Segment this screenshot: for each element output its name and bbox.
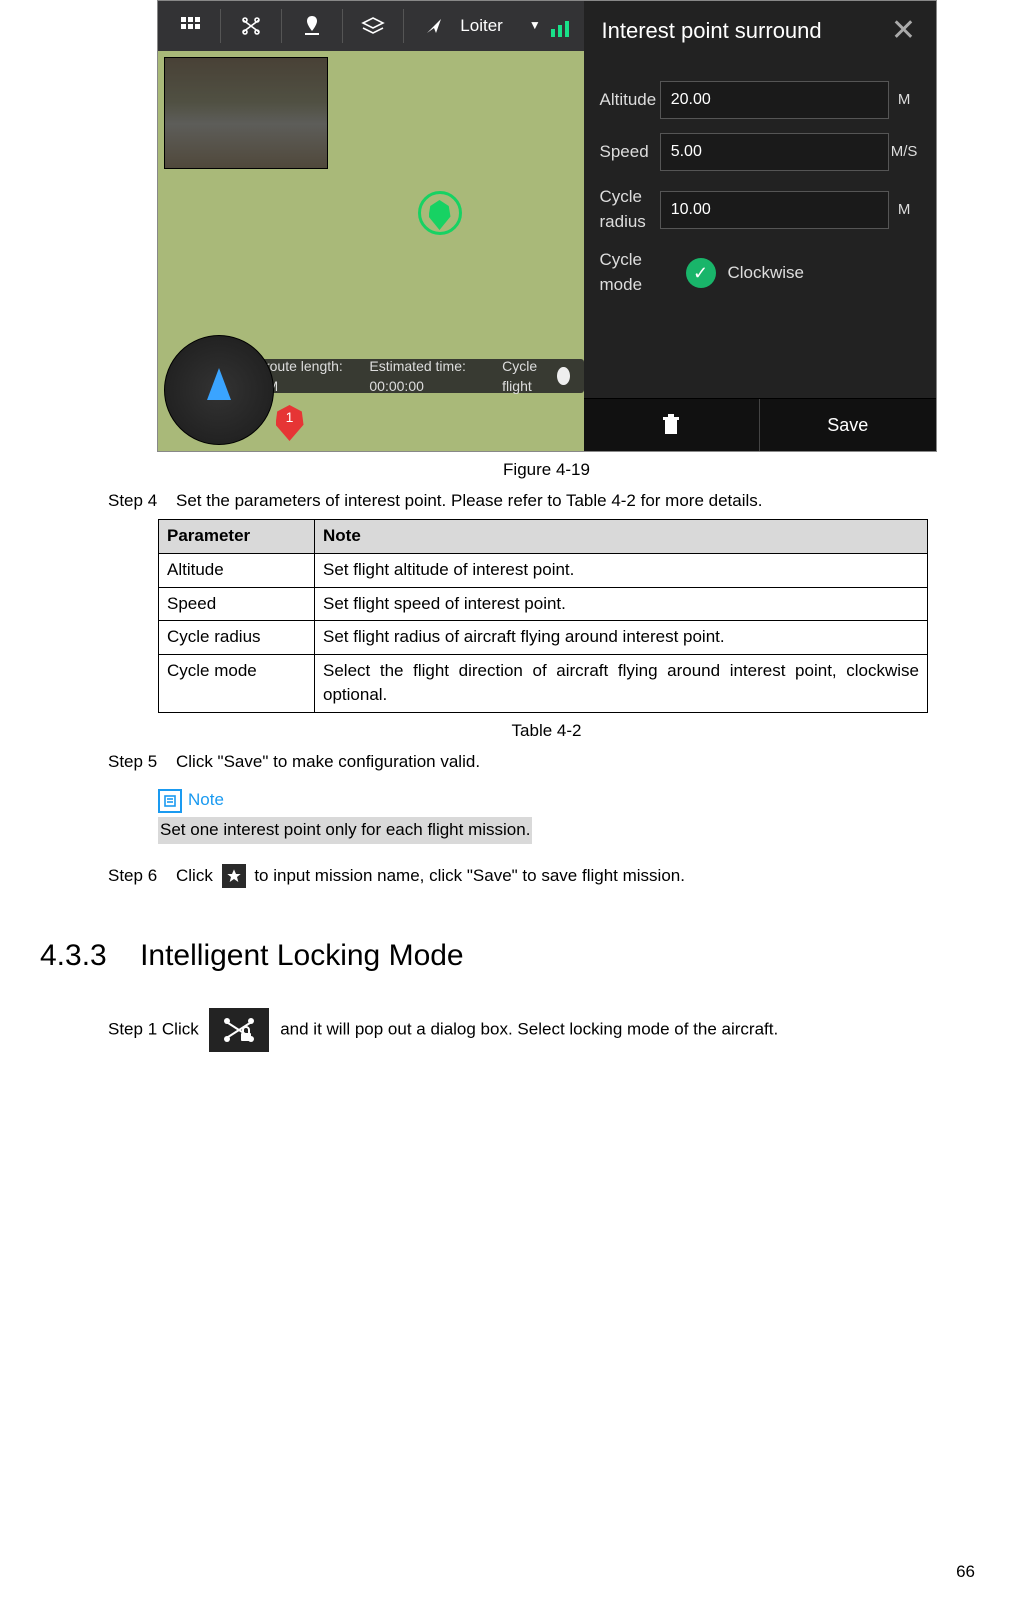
step6-tag: Step 6 [108, 864, 176, 889]
row-altitude: Altitude M [600, 81, 920, 119]
cycle-flight-label: Cycle flight [502, 356, 551, 397]
page-number: 66 [956, 1560, 975, 1585]
table-4-2: Parameter Note AltitudeSet flight altitu… [158, 519, 928, 713]
altitude-label: Altitude [600, 88, 660, 113]
map-area[interactable]: Total route length: 62.75M Estimated tim… [158, 51, 584, 451]
step6-text: Click to input mission name, click "Save… [176, 864, 985, 889]
app-top-bar: Loiter ▼ [158, 1, 584, 51]
speed-input[interactable] [660, 133, 889, 171]
save-button-label: Save [827, 412, 868, 438]
note-text: Set one interest point only for each fli… [158, 817, 532, 844]
row-cycle-radius: Cycle radius M [600, 185, 920, 234]
row-speed: Speed M/S [600, 133, 920, 171]
altitude-input[interactable] [660, 81, 889, 119]
estimated-time: Estimated time: 00:00:00 [369, 356, 482, 397]
figure-screenshot: Loiter ▼ Interest point surround ✕ Altit… [157, 0, 937, 452]
nav-arrow-icon[interactable] [410, 1, 458, 51]
speed-unit: M/S [889, 141, 920, 163]
speed-label: Speed [600, 140, 660, 165]
table-row: AltitudeSet flight altitude of interest … [159, 553, 928, 587]
mode-selector[interactable]: Loiter ▼ [458, 14, 544, 39]
section-heading: 4.3.3 Intelligent Locking Mode [40, 934, 985, 978]
row-cycle-mode: Cycle mode ✓ Clockwise [600, 248, 920, 297]
note-icon [158, 789, 182, 813]
step5-text: Click "Save" to make configuration valid… [176, 750, 985, 775]
th-parameter: Parameter [159, 520, 315, 554]
interest-point-panel: Interest point surround ✕ Altitude M Spe… [584, 1, 936, 451]
chevron-down-icon: ▼ [529, 17, 541, 34]
table-row: Cycle radiusSet flight radius of aircraf… [159, 621, 928, 655]
check-icon[interactable]: ✓ [686, 258, 716, 288]
table-row: Cycle modeSelect the flight direction of… [159, 654, 928, 712]
mode-selector-label: Loiter [460, 14, 503, 39]
section-number: 4.3.3 [40, 939, 107, 972]
layers-icon[interactable] [349, 1, 397, 51]
cycle-mode-label: Cycle mode [600, 248, 686, 297]
cycle-flight-toggle[interactable]: Cycle flight [502, 356, 569, 397]
compass[interactable] [164, 335, 274, 445]
grid-icon[interactable] [166, 1, 214, 51]
step5-tag: Step 5 [108, 750, 176, 775]
poi-marker[interactable] [418, 191, 462, 235]
star-icon [222, 864, 246, 888]
save-button[interactable]: Save [759, 399, 936, 451]
th-note: Note [315, 520, 928, 554]
table-row: SpeedSet flight speed of interest point. [159, 587, 928, 621]
step4-text: Set the parameters of interest point. Pl… [176, 489, 985, 514]
delete-button[interactable] [584, 399, 760, 451]
marker-tool-icon[interactable] [288, 1, 336, 51]
panel-title: Interest point surround [602, 18, 886, 43]
step1-text: Step 1 Click and it will pop out a dialo… [108, 1008, 778, 1052]
note-block: Note [158, 788, 985, 813]
trash-icon [661, 414, 681, 436]
compass-arrow-icon [207, 368, 231, 400]
cycle-radius-label: Cycle radius [600, 185, 660, 234]
signal-icon [544, 1, 576, 51]
cycle-radius-unit: M [889, 199, 920, 221]
camera-pip[interactable] [164, 57, 328, 169]
drone-lock-icon [209, 1008, 269, 1052]
waypoint-number: 1 [286, 407, 294, 427]
close-icon[interactable]: ✕ [886, 13, 922, 49]
note-label: Note [188, 788, 224, 813]
cycle-mode-option: Clockwise [728, 261, 805, 286]
figure-caption: Figure 4-19 [108, 458, 985, 483]
altitude-unit: M [889, 89, 920, 111]
step4-tag: Step 4 [108, 489, 176, 514]
cycle-radius-input[interactable] [660, 191, 889, 229]
table-caption: Table 4-2 [108, 719, 985, 744]
waypoint-marker[interactable]: 1 [276, 405, 304, 441]
step1-tag: Step 1 [108, 1019, 157, 1038]
section-title: Intelligent Locking Mode [140, 939, 464, 972]
drone-icon[interactable] [227, 1, 275, 51]
toggle-knob [557, 367, 570, 385]
